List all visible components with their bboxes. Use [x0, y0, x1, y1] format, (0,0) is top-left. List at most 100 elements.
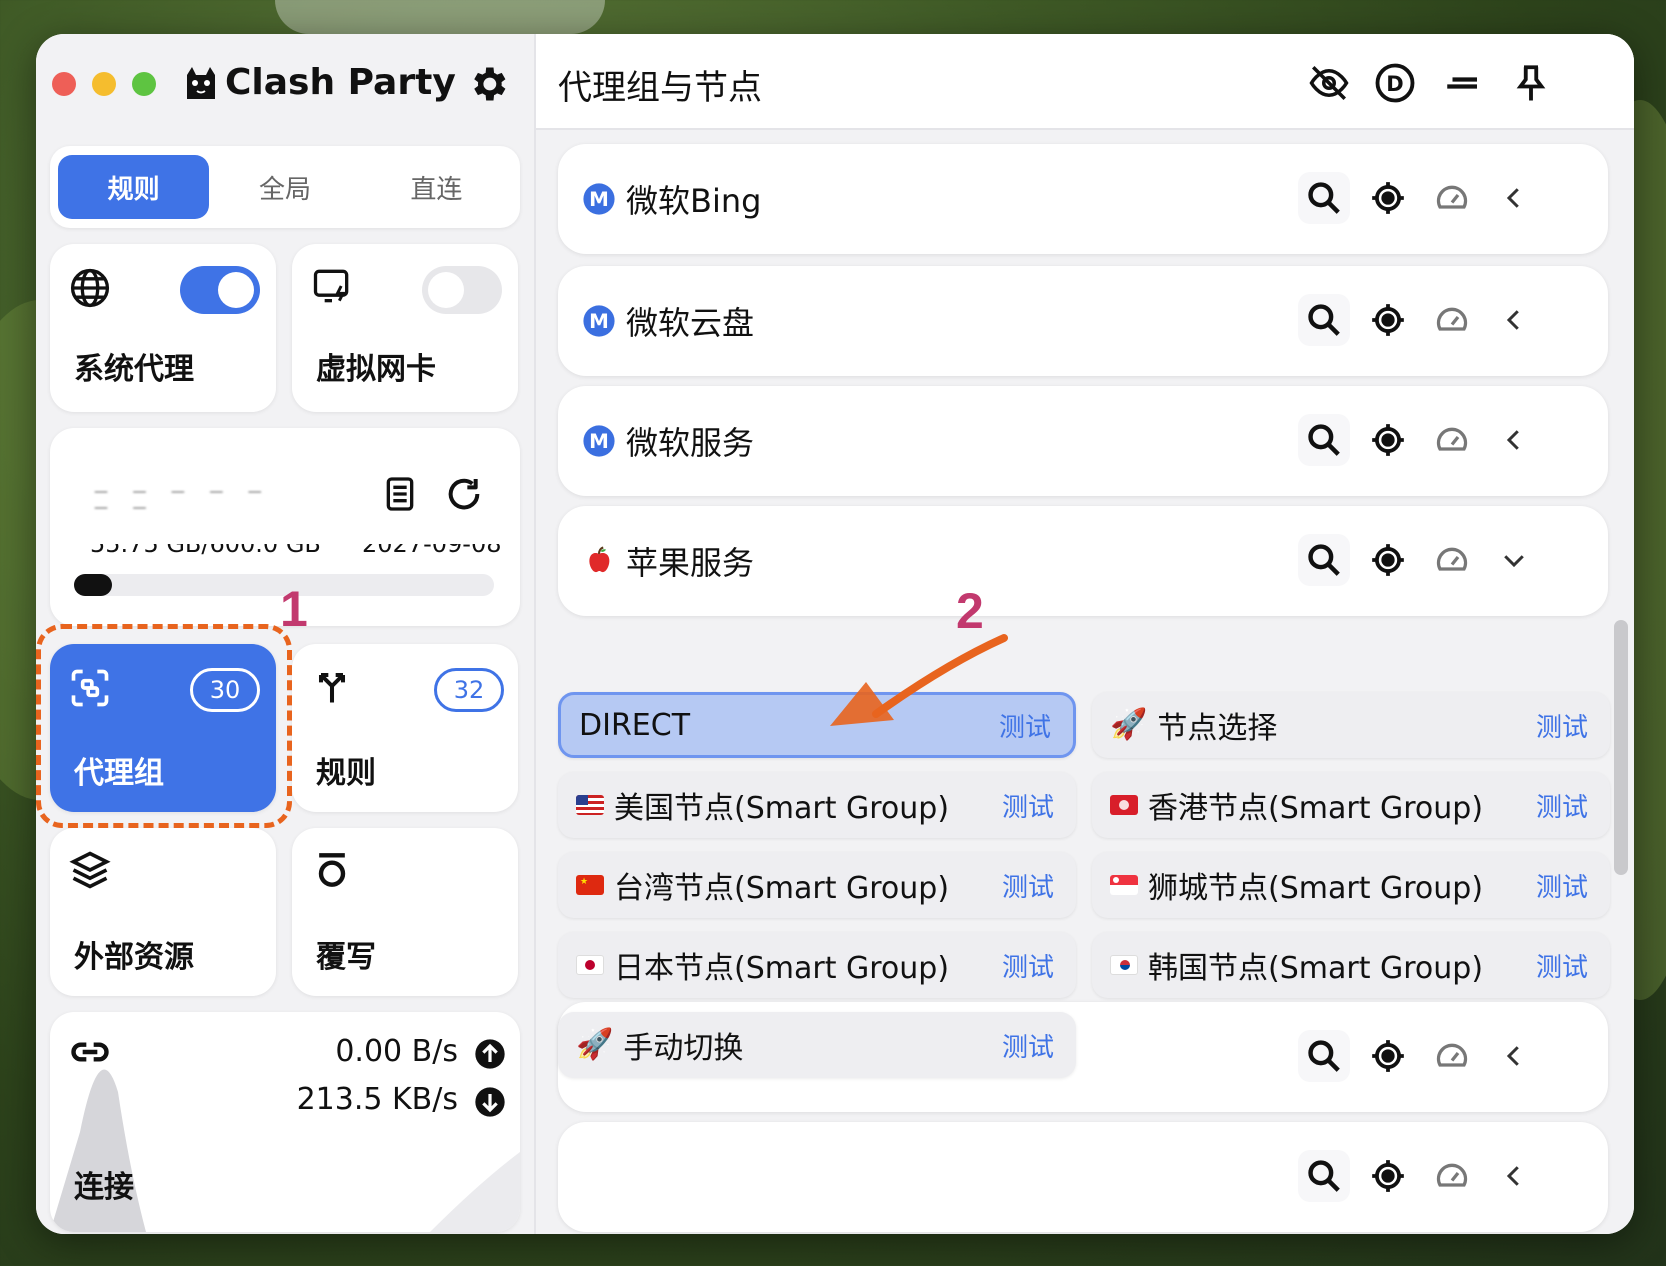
system-proxy-card[interactable]: 系统代理: [50, 244, 276, 412]
virtual-nic-label: 虚拟网卡: [316, 352, 436, 387]
search-icon[interactable]: [1298, 294, 1350, 346]
mode-tab-rule[interactable]: 规则: [58, 155, 210, 219]
wallpaper-decoration: [275, 0, 605, 34]
proxy-group-card-0[interactable]: M 微软Bing: [558, 144, 1608, 254]
external-resources-label: 外部资源: [74, 940, 194, 975]
locate-icon[interactable]: [1362, 294, 1414, 346]
node-test-button[interactable]: 测试: [1002, 787, 1054, 824]
proxy-group-card-1[interactable]: M 微软云盘: [558, 266, 1608, 376]
node-name-text: 节点选择: [1157, 711, 1278, 746]
menu-lines-icon[interactable]: [1442, 62, 1484, 104]
locate-icon[interactable]: [1362, 534, 1414, 586]
speedtest-gauge-icon[interactable]: [1426, 1150, 1478, 1202]
override-card[interactable]: 覆写: [292, 828, 518, 996]
minimize-window-button[interactable]: [92, 72, 116, 96]
svg-text:M: M: [589, 188, 609, 211]
connections-card[interactable]: 0.00 B/s 213.5 KB/s 连接: [50, 1012, 520, 1232]
chevron-left-icon[interactable]: [1488, 1030, 1540, 1082]
node-name-text: 美国节点(Smart Group): [614, 791, 950, 826]
proxy-node[interactable]: 🚀 手动切换 测试: [558, 1012, 1076, 1078]
flag-kr-icon: [1110, 955, 1138, 975]
proxy-node[interactable]: ★ 台湾节点(Smart Group) 测试: [558, 852, 1076, 918]
flag-hk-icon: [1110, 795, 1138, 815]
app-title-text: Clash Party: [225, 62, 456, 103]
node-name: ★ 台湾节点(Smart Group): [576, 863, 1002, 907]
proxy-node[interactable]: 香港节点(Smart Group) 测试: [1092, 772, 1610, 838]
node-test-button[interactable]: 测试: [1536, 707, 1588, 744]
virtual-nic-toggle[interactable]: [422, 266, 502, 314]
speedtest-gauge-icon[interactable]: [1426, 534, 1478, 586]
speedtest-gauge-icon[interactable]: [1426, 1030, 1478, 1082]
locate-icon[interactable]: [1362, 1030, 1414, 1082]
flag-sg-icon: [1110, 875, 1138, 895]
virtual-nic-card[interactable]: 虚拟网卡: [292, 244, 518, 412]
chevron-left-icon[interactable]: [1488, 414, 1540, 466]
search-icon[interactable]: [1298, 1150, 1350, 1202]
proxy-node[interactable]: 狮城节点(Smart Group) 测试: [1092, 852, 1610, 918]
d-circle-icon[interactable]: D: [1374, 62, 1416, 104]
settings-gear-icon[interactable]: [466, 62, 510, 106]
mode-tab-global[interactable]: 全局: [209, 155, 360, 219]
system-proxy-toggle[interactable]: [180, 266, 260, 314]
speedtest-gauge-icon[interactable]: [1426, 172, 1478, 224]
eye-off-icon[interactable]: [1308, 62, 1350, 104]
rule-branch-icon: [318, 672, 346, 703]
locate-icon[interactable]: [1362, 172, 1414, 224]
proxy-group-card-3[interactable]: 苹果服务: [558, 506, 1608, 616]
link-icon: [71, 1042, 109, 1062]
refresh-icon[interactable]: [444, 474, 484, 514]
node-test-button[interactable]: 测试: [1536, 947, 1588, 984]
page-title: 代理组与节点: [558, 68, 762, 108]
search-icon[interactable]: [1298, 414, 1350, 466]
app-window: Clash Party 规则 全局 直连 系统代理 虚拟网卡 — — — — —…: [36, 34, 1634, 1234]
subscription-name-blurred: — — — — — — —: [94, 484, 272, 516]
override-icon: [318, 853, 346, 887]
group-name: M 微软云盘: [582, 298, 754, 344]
rules-card[interactable]: 32 规则: [292, 644, 518, 812]
external-resources-card[interactable]: 外部资源: [50, 828, 276, 996]
chevron-left-icon[interactable]: [1488, 172, 1540, 224]
group-name-text: 微软云盘: [626, 304, 755, 342]
microsoft-icon: M: [582, 424, 616, 458]
chevron-down-icon[interactable]: [1488, 534, 1540, 586]
mode-tab-direct[interactable]: 直连: [361, 155, 512, 219]
search-icon[interactable]: [1298, 172, 1350, 224]
search-icon[interactable]: [1298, 534, 1350, 586]
flag-us-icon: [576, 795, 604, 815]
proxy-node[interactable]: 美国节点(Smart Group) 测试: [558, 772, 1076, 838]
proxy-node[interactable]: 日本节点(Smart Group) 测试: [558, 932, 1076, 998]
chevron-left-icon[interactable]: [1488, 294, 1540, 346]
rocket-icon: 🚀: [1110, 707, 1148, 742]
node-test-button[interactable]: 测试: [1002, 1027, 1054, 1064]
locate-icon[interactable]: [1362, 414, 1414, 466]
node-name: 🚀 手动切换: [576, 1023, 1002, 1067]
proxy-node[interactable]: 🚀 节点选择 测试: [1092, 692, 1610, 758]
group-name-text: 微软服务: [626, 424, 755, 462]
group-name-text: 苹果服务: [626, 544, 755, 582]
groups-scroll-area[interactable]: M 微软Bing M 微软云盘 M 微软服务 苹果服务 DIRECT 测试 🚀 …: [536, 130, 1634, 1234]
node-name: 狮城节点(Smart Group): [1110, 863, 1536, 907]
proxy-node[interactable]: 韩国节点(Smart Group) 测试: [1092, 932, 1610, 998]
proxy-group-card-5[interactable]: [558, 1122, 1608, 1232]
globe-icon: [70, 268, 110, 308]
close-window-button[interactable]: [52, 72, 76, 96]
speedtest-gauge-icon[interactable]: [1426, 294, 1478, 346]
node-name: 香港节点(Smart Group): [1110, 783, 1536, 827]
maximize-window-button[interactable]: [132, 72, 156, 96]
speedtest-gauge-icon[interactable]: [1426, 414, 1478, 466]
pin-icon[interactable]: [1510, 62, 1552, 104]
node-test-button[interactable]: 测试: [1002, 947, 1054, 984]
rules-label: 规则: [316, 756, 376, 791]
node-name: 🚀 节点选择: [1110, 703, 1536, 747]
node-test-button[interactable]: 测试: [1002, 867, 1054, 904]
scrollbar-thumb[interactable]: [1614, 620, 1628, 875]
node-test-button[interactable]: 测试: [1536, 787, 1588, 824]
search-icon[interactable]: [1298, 1030, 1350, 1082]
node-name-text: 台湾节点(Smart Group): [614, 871, 950, 906]
locate-icon[interactable]: [1362, 1150, 1414, 1202]
document-icon[interactable]: [380, 474, 420, 514]
node-test-button[interactable]: 测试: [1536, 867, 1588, 904]
group-name: M 微软服务: [582, 418, 754, 464]
proxy-group-card-2[interactable]: M 微软服务: [558, 386, 1608, 496]
chevron-left-icon[interactable]: [1488, 1150, 1540, 1202]
